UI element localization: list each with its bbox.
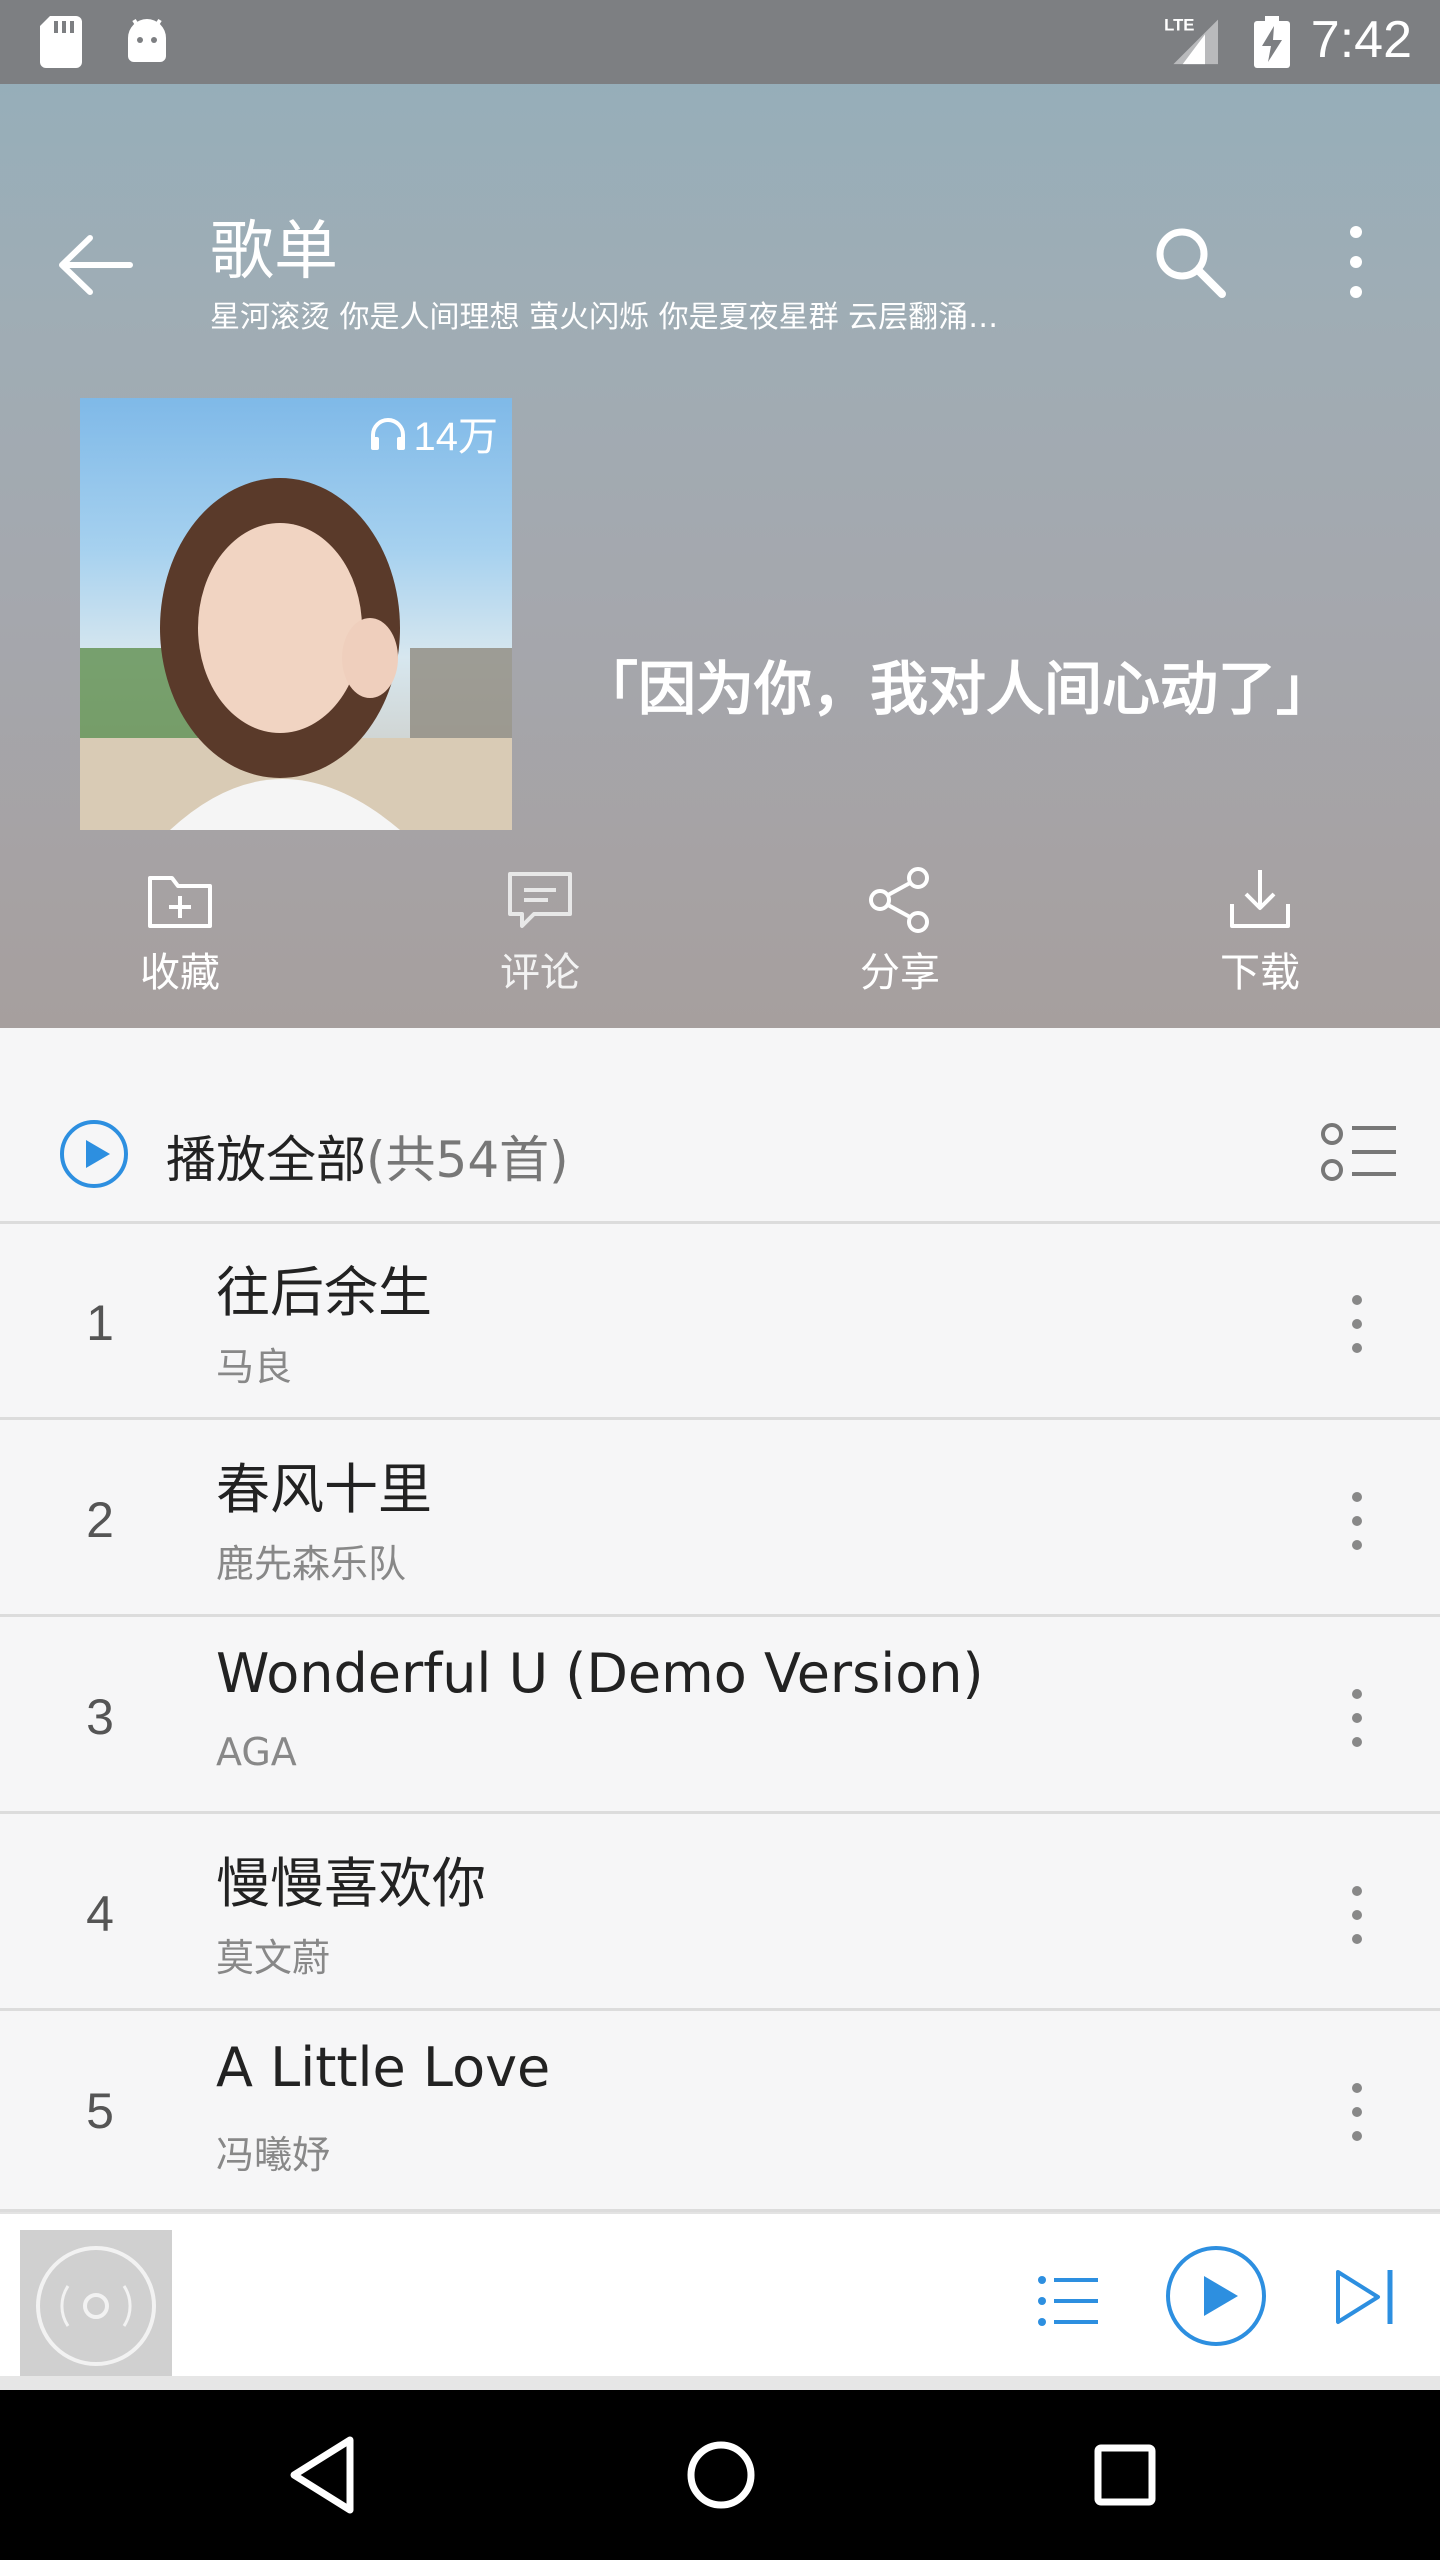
mini-player-strip [0,2376,1440,2390]
download-button[interactable]: 下载 [1180,864,1340,996]
multi-select-icon[interactable] [1320,1118,1400,1190]
song-row[interactable]: 2 春风十里 鹿先森乐队 [0,1421,1440,1617]
song-more-button[interactable] [1332,1875,1382,1955]
song-artist: 马良 [216,1345,293,1389]
song-title: 往后余生 [216,1261,432,1324]
download-icon [1230,870,1290,928]
playlist-icon[interactable] [1036,2268,1102,2334]
comment-button[interactable]: 评论 [460,864,620,996]
folder-add-icon [148,876,212,928]
song-row[interactable]: 4 慢慢喜欢你 莫文蔚 [0,1815,1440,2011]
back-arrow-icon[interactable] [50,220,140,310]
more-vertical-icon [1352,1492,1362,1550]
more-vertical-icon[interactable] [1326,222,1386,302]
play-count-badge: 14万 [368,404,499,462]
cover-image [80,478,512,830]
play-button-icon[interactable] [1164,2244,1268,2348]
song-index: 2 [86,1492,114,1548]
play-all-text: 播放全部 [166,1131,366,1189]
status-bar: LTE 7:42 [0,0,1440,84]
nav-back-icon[interactable] [280,2430,370,2520]
android-icon [128,18,166,62]
skip-next-icon[interactable] [1332,2262,1402,2332]
comment-label: 评论 [500,950,580,996]
song-more-button[interactable] [1332,2072,1382,2152]
song-count: (共54首) [366,1131,569,1189]
share-icon [869,867,929,933]
svg-text:LTE: LTE [1164,16,1194,35]
lte-signal-icon: LTE [1164,16,1218,65]
more-vertical-icon [1352,1689,1362,1747]
song-artist: 冯曦妤 [216,2133,331,2177]
page-title: 歌单 [210,215,338,289]
playlist-description[interactable]: 星河滚烫 你是人间理想 萤火闪烁 你是夏夜星群 云层翻涌… [210,292,1070,336]
share-label: 分享 [860,950,940,996]
song-row[interactable]: 5 A Little Love 冯曦妤 [0,2012,1440,2212]
battery-charging-icon [1254,16,1290,68]
song-artist: AGA [216,1730,297,1774]
collect-label: 收藏 [140,950,220,996]
playlist-cover[interactable]: 14万 [80,398,512,830]
song-row[interactable]: 3 Wonderful U (Demo Version) AGA [0,1618,1440,1814]
status-time: 7:42 [1310,11,1412,69]
song-title: Wonderful U (Demo Version) [216,1642,984,1705]
more-vertical-icon [1352,1886,1362,1944]
system-nav-bar [0,2390,1440,2560]
song-more-button[interactable] [1332,1284,1382,1364]
song-title: A Little Love [216,2036,551,2099]
playlist-quote: 「因为你，我对人间心动了」 [580,655,1335,723]
mini-player[interactable] [0,2212,1440,2388]
song-artist: 莫文蔚 [216,1936,331,1980]
nav-recents-icon[interactable] [1080,2430,1170,2520]
headphones-icon [370,418,405,450]
song-index: 3 [86,1689,114,1745]
song-index: 1 [86,1295,114,1351]
share-button[interactable]: 分享 [820,864,980,996]
play-count: 14万 [413,415,499,459]
song-more-button[interactable] [1332,1481,1382,1561]
more-vertical-icon [1352,2083,1362,2141]
play-all-bar[interactable]: 播放全部(共54首) [0,1028,1440,1224]
playlist-header: LTE 7:42 歌单 星河滚烫 你是人间理想 萤火闪烁 你是夏夜星群 云层翻涌… [0,0,1440,1028]
album-art-placeholder[interactable] [20,2230,172,2382]
collect-button[interactable]: 收藏 [100,864,260,996]
disc-icon [36,2246,156,2366]
song-index: 4 [86,1886,114,1942]
song-row[interactable]: 1 往后余生 马良 [0,1224,1440,1420]
sd-card-icon [40,16,82,68]
comment-icon [508,872,572,928]
song-artist: 鹿先森乐队 [216,1542,407,1586]
nav-home-icon[interactable] [676,2430,766,2520]
play-circle-icon[interactable] [58,1118,130,1190]
song-title: 慢慢喜欢你 [216,1852,486,1915]
download-label: 下载 [1220,950,1300,996]
search-icon[interactable] [1150,222,1230,302]
song-more-button[interactable] [1332,1678,1382,1758]
song-title: 春风十里 [216,1458,432,1521]
more-vertical-icon [1352,1295,1362,1353]
song-index: 5 [86,2083,114,2139]
play-all-label[interactable]: 播放全部(共54首) [166,1120,569,1192]
